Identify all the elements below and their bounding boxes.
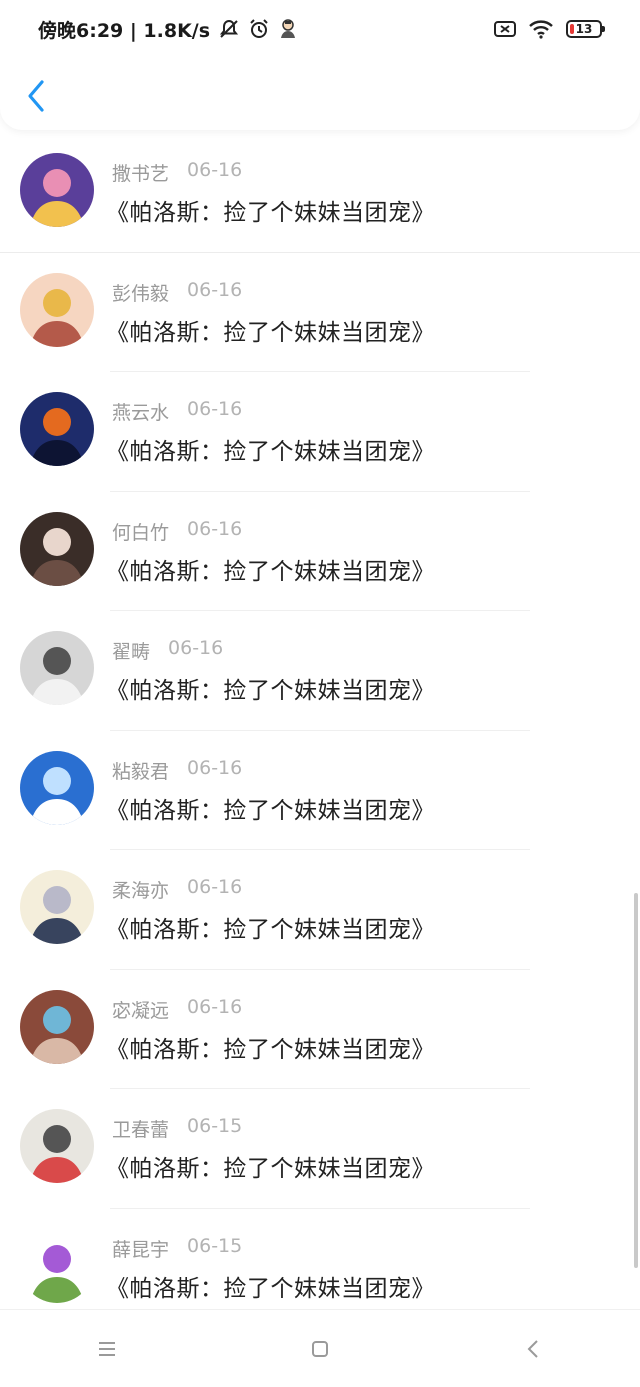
username[interactable]: 燕云水 xyxy=(112,398,169,425)
comment-text: 《帕洛斯：捡了个妹妹当团宠》 xyxy=(106,917,435,943)
comment-text: 《帕洛斯：捡了个妹妹当团宠》 xyxy=(106,200,435,226)
comment-date: 06-16 xyxy=(187,398,243,420)
username[interactable]: 卫春蕾 xyxy=(112,1115,169,1142)
avatar[interactable] xyxy=(20,511,94,586)
comment-date: 06-16 xyxy=(187,159,243,181)
comment-date: 06-16 xyxy=(187,278,243,301)
battery-icon: 13 xyxy=(566,20,605,38)
menu-button[interactable] xyxy=(77,1329,137,1369)
username[interactable]: 何白竹 xyxy=(112,518,169,545)
back-arrow-icon xyxy=(527,1339,539,1358)
comment-date: 06-16 xyxy=(168,637,224,659)
comment-text: 《帕洛斯：捡了个妹妹当团宠》 xyxy=(106,1036,435,1063)
comment-meta: 薛昆宇 06-15 xyxy=(112,1235,242,1262)
comment-date: 06-15 xyxy=(187,1115,243,1137)
nav-back-button[interactable] xyxy=(503,1329,563,1369)
comment-meta: 宓凝远 06-16 xyxy=(112,996,242,1023)
menu-icon xyxy=(98,1341,115,1356)
avatar[interactable] xyxy=(20,631,94,705)
comment-row[interactable]: 何白竹 06-16 《帕洛斯：捡了个妹妹当团宠》 xyxy=(0,492,640,611)
comment-row[interactable]: 撒书艺 06-16 《帕洛斯：捡了个妹妹当团宠》 xyxy=(0,133,640,253)
username[interactable]: 彭伟毅 xyxy=(112,279,169,306)
username[interactable]: 翟畴 xyxy=(112,637,150,664)
status-bar: 傍晚6:29 | 1.8K/s 13 xyxy=(0,0,640,58)
comment-list[interactable]: 撒书艺 06-16 《帕洛斯：捡了个妹妹当团宠》 彭伟毅 06-16 《帕洛斯：捡了个妹妹… xyxy=(0,133,640,1328)
comment-meta: 撒书艺 06-16 xyxy=(112,159,242,186)
comment-date: 06-16 xyxy=(187,517,243,540)
comment-text: 《帕洛斯：捡了个妹妹当团宠》 xyxy=(106,1275,435,1302)
status-left: 傍晚6:29 | 1.8K/s xyxy=(38,16,298,43)
comment-text: 《帕洛斯：捡了个妹妹当团宠》 xyxy=(106,558,435,585)
comment-row[interactable]: 卫春蕾 06-15 《帕洛斯：捡了个妹妹当团宠》 xyxy=(0,1089,640,1209)
comment-date: 06-16 xyxy=(187,995,243,1018)
comment-text: 《帕洛斯：捡了个妹妹当团宠》 xyxy=(106,797,435,824)
comment-meta: 柔海亦 06-16 xyxy=(112,876,242,903)
comment-text: 《帕洛斯：捡了个妹妹当团宠》 xyxy=(106,678,435,704)
avatar[interactable] xyxy=(20,272,94,347)
mute-icon xyxy=(218,18,240,40)
battery-level: 13 xyxy=(575,22,593,36)
comment-date: 06-15 xyxy=(187,1234,243,1257)
comment-meta: 翟畴 06-16 xyxy=(112,637,223,664)
avatar[interactable] xyxy=(20,989,94,1064)
avatar[interactable] xyxy=(20,1228,94,1303)
avatar[interactable] xyxy=(20,870,94,944)
username[interactable]: 宓凝远 xyxy=(112,996,169,1023)
home-button[interactable] xyxy=(290,1329,350,1369)
comment-text: 《帕洛斯：捡了个妹妹当团宠》 xyxy=(106,439,435,465)
comment-meta: 卫春蕾 06-15 xyxy=(112,1115,242,1142)
comment-meta: 燕云水 06-16 xyxy=(112,398,242,425)
home-square-icon xyxy=(311,1340,328,1357)
comment-date: 06-16 xyxy=(187,756,243,779)
status-right: 13 xyxy=(494,19,605,39)
comment-row[interactable]: 翟畴 06-16 《帕洛斯：捡了个妹妹当团宠》 xyxy=(0,611,640,731)
comment-meta: 粘毅君 06-16 xyxy=(112,757,242,784)
chevron-left-icon xyxy=(28,80,44,112)
back-button[interactable] xyxy=(18,76,54,116)
username[interactable]: 粘毅君 xyxy=(112,757,169,784)
comment-row[interactable]: 彭伟毅 06-16 《帕洛斯：捡了个妹妹当团宠》 xyxy=(0,253,640,372)
username[interactable]: 撒书艺 xyxy=(112,159,169,186)
avatar[interactable] xyxy=(20,153,94,227)
comment-row[interactable]: 粘毅君 06-16 《帕洛斯：捡了个妹妹当团宠》 xyxy=(0,731,640,850)
comment-meta: 何白竹 06-16 xyxy=(112,518,242,545)
comment-text: 《帕洛斯：捡了个妹妹当团宠》 xyxy=(106,1156,435,1182)
wifi-icon xyxy=(528,19,554,39)
scrollbar[interactable] xyxy=(634,893,638,1268)
avatar[interactable] xyxy=(20,750,94,825)
comment-date: 06-16 xyxy=(187,876,243,898)
top-header: 傍晚6:29 | 1.8K/s 13 xyxy=(0,0,640,130)
comment-row[interactable]: 燕云水 06-16 《帕洛斯：捡了个妹妹当团宠》 xyxy=(0,372,640,492)
app-notification-icon xyxy=(278,18,298,40)
comment-row[interactable]: 柔海亦 06-16 《帕洛斯：捡了个妹妹当团宠》 xyxy=(0,850,640,970)
status-time-speed: 傍晚6:29 | 1.8K/s xyxy=(38,19,211,42)
avatar[interactable] xyxy=(20,392,94,466)
sim-off-icon xyxy=(494,20,516,38)
username[interactable]: 柔海亦 xyxy=(112,876,169,903)
comment-meta: 彭伟毅 06-16 xyxy=(112,279,242,306)
comment-text: 《帕洛斯：捡了个妹妹当团宠》 xyxy=(106,319,435,346)
username[interactable]: 薛昆宇 xyxy=(112,1235,169,1262)
avatar[interactable] xyxy=(20,1109,94,1183)
alarm-icon xyxy=(248,18,270,40)
system-navigation-bar xyxy=(0,1309,640,1387)
comment-row[interactable]: 宓凝远 06-16 《帕洛斯：捡了个妹妹当团宠》 xyxy=(0,970,640,1089)
